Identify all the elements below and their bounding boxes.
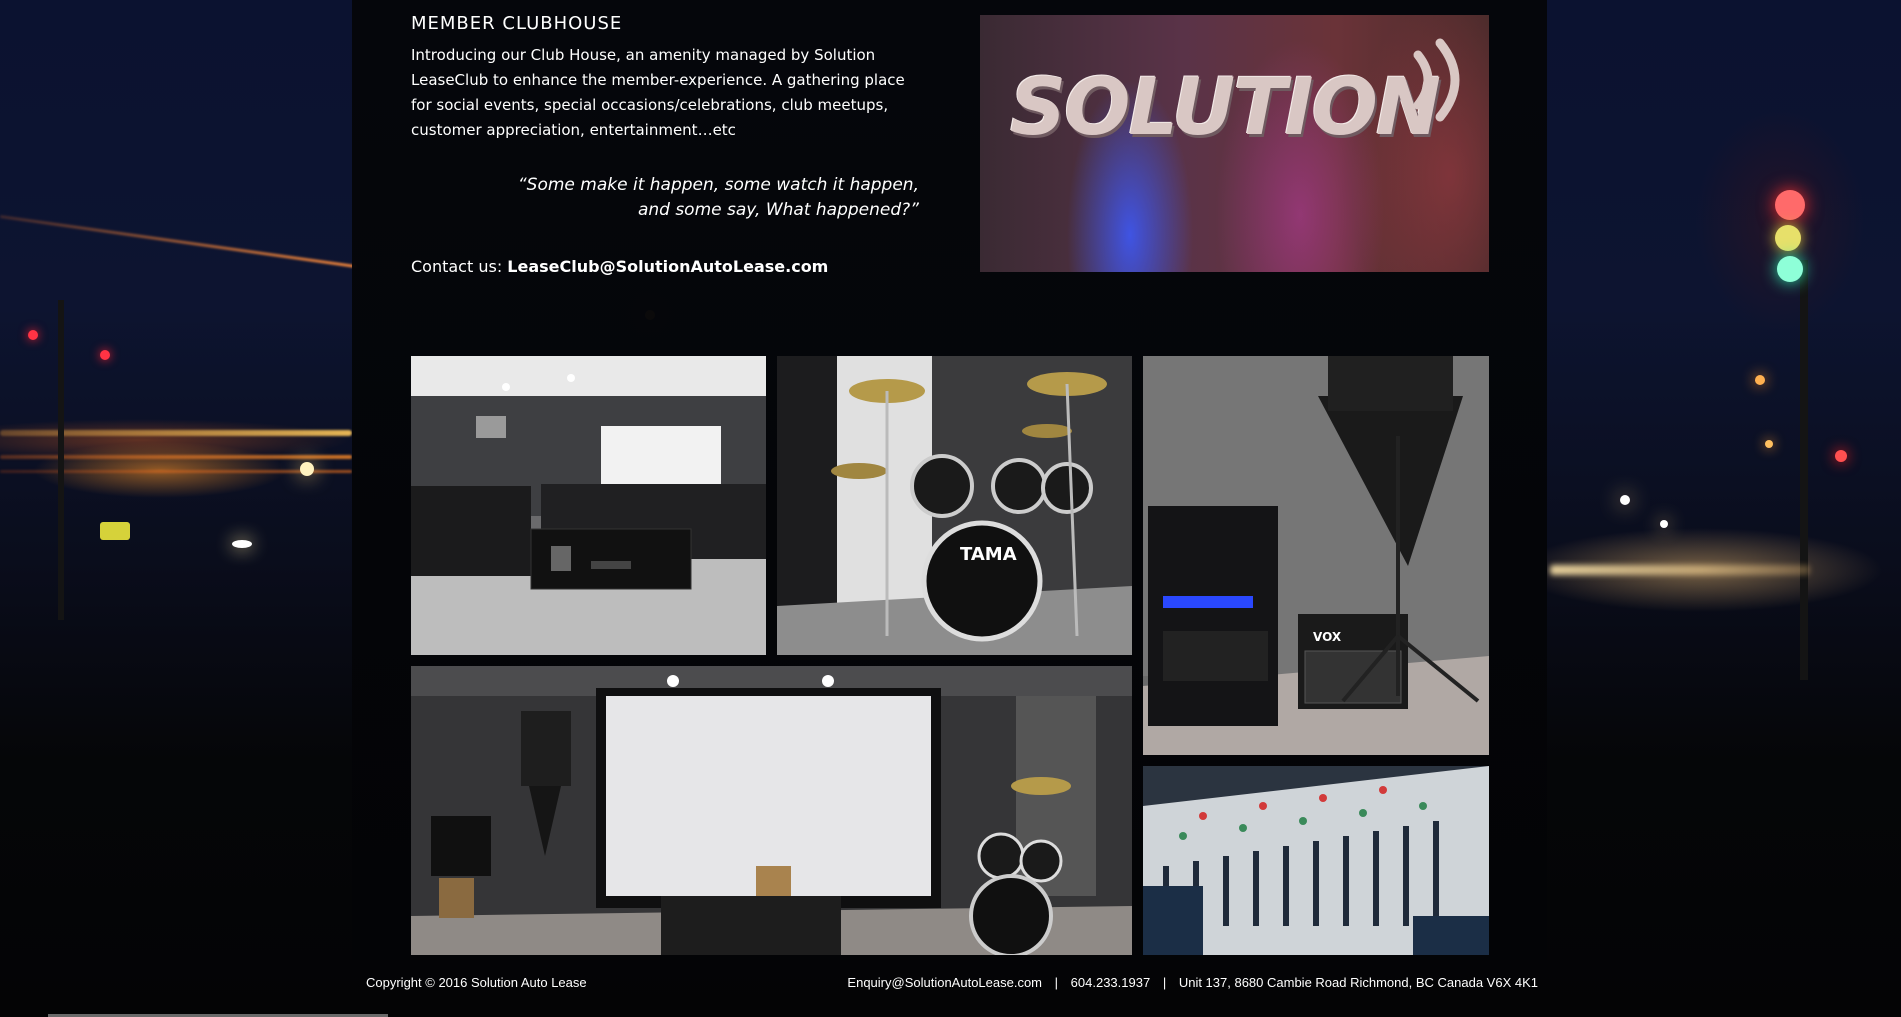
footer-phone-link[interactable]: 604.233.1937 bbox=[1071, 975, 1151, 990]
quote-line-1: “Some make it happen, some watch it happ… bbox=[517, 175, 919, 195]
footer-copyright: Copyright © 2016 Solution Auto Lease bbox=[366, 975, 587, 990]
contact-email-link[interactable]: LeaseClub@SolutionAutoLease.com bbox=[507, 257, 828, 276]
footer-contact: Enquiry@SolutionAutoLease.com | 604.233.… bbox=[847, 975, 1538, 990]
page: MEMBER CLUBHOUSE Introducing our Club Ho… bbox=[0, 0, 1901, 1017]
tama-brand-label: TAMA bbox=[960, 544, 1017, 565]
mixing-console-photo bbox=[1143, 766, 1489, 955]
contact-line: Contact us: LeaseClub@SolutionAutoLease.… bbox=[411, 257, 828, 276]
solution-logo-photo: SOLUTION bbox=[980, 15, 1489, 272]
quote: “Some make it happen, some watch it happ… bbox=[411, 173, 919, 223]
signal-waves-icon bbox=[1413, 38, 1460, 122]
footer-separator: | bbox=[1162, 975, 1167, 990]
contact-label: Contact us: bbox=[411, 257, 503, 276]
section-heading: MEMBER CLUBHOUSE bbox=[411, 13, 623, 34]
lounge-photo bbox=[411, 356, 766, 655]
amplifier-photo: VOX bbox=[1143, 356, 1489, 755]
intro-paragraph: Introducing our Club House, an amenity m… bbox=[411, 46, 905, 139]
footer-separator: | bbox=[1054, 975, 1059, 990]
home-theater-photo bbox=[411, 666, 1132, 955]
vox-brand-label: VOX bbox=[1313, 630, 1342, 644]
footer-address: Unit 137, 8680 Cambie Road Richmond, BC … bbox=[1178, 975, 1538, 990]
footer-email-link[interactable]: Enquiry@SolutionAutoLease.com bbox=[847, 975, 1042, 990]
quote-line-2: and some say, What happened?” bbox=[637, 200, 919, 220]
logo-text: SOLUTION bbox=[1010, 63, 1441, 153]
drum-kit-photo: TAMA bbox=[777, 356, 1132, 655]
